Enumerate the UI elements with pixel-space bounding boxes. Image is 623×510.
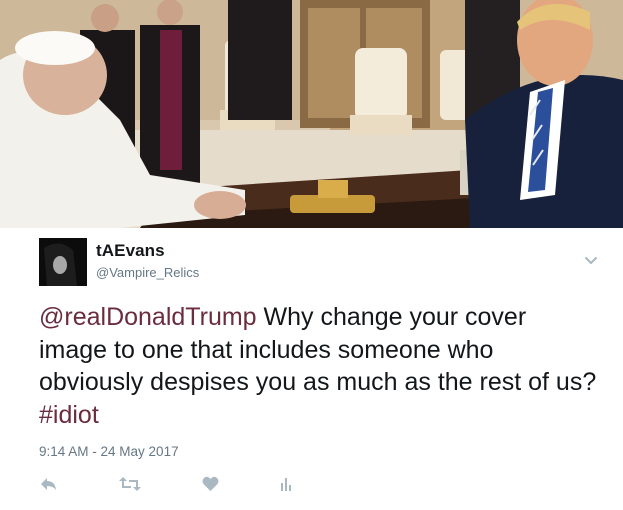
- mention-link[interactable]: @realDonaldTrump: [39, 303, 257, 331]
- tweet-text: @realDonaldTrump Why change your cover i…: [39, 301, 599, 431]
- heart-icon: [202, 476, 218, 491]
- display-name[interactable]: tAEvans: [96, 241, 165, 261]
- tweet-photo[interactable]: [0, 0, 623, 228]
- tweet-card: tAEvans @Vampire_Relics @realDonaldTrump…: [0, 228, 623, 510]
- reply-button[interactable]: [38, 474, 58, 494]
- hashtag-link[interactable]: #idiot: [39, 401, 99, 429]
- retweet-button[interactable]: [118, 474, 142, 494]
- photo-image: [0, 0, 623, 228]
- avatar[interactable]: [39, 238, 87, 286]
- tweet-timestamp[interactable]: 9:14 AM - 24 May 2017: [39, 444, 179, 459]
- retweet-icon: [119, 477, 141, 491]
- chevron-down-icon[interactable]: [582, 254, 600, 268]
- analytics-button[interactable]: [278, 474, 294, 494]
- user-handle[interactable]: @Vampire_Relics: [96, 265, 199, 280]
- like-button[interactable]: [200, 474, 220, 494]
- analytics-icon: [281, 478, 291, 491]
- reply-icon: [41, 478, 56, 490]
- avatar-image: [39, 238, 87, 286]
- tweet-actions: [0, 474, 623, 496]
